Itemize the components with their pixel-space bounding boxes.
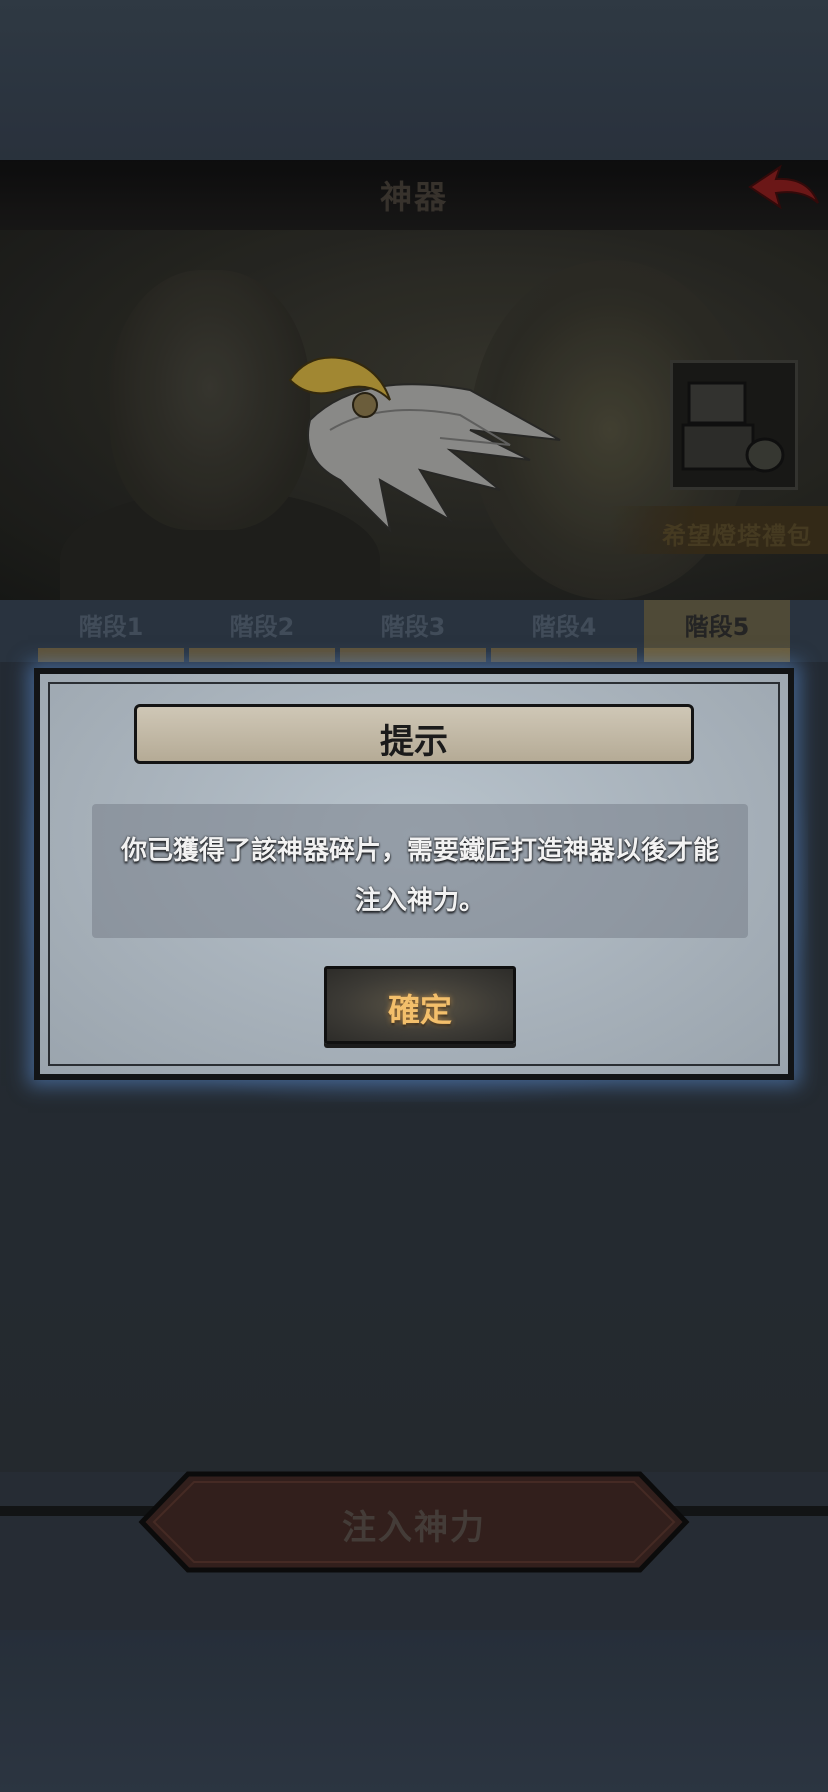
- dialog-message: 你已獲得了該神器碎片，需要鐵匠打造神器以後才能注入神力。: [120, 836, 719, 916]
- dialog-title: 提示: [380, 722, 448, 762]
- confirm-label: 確定: [387, 991, 452, 1029]
- hint-dialog: 提示 你已獲得了該神器碎片，需要鐵匠打造神器以後才能注入神力。 確定: [34, 668, 794, 1080]
- confirm-button[interactable]: 確定: [324, 966, 516, 1044]
